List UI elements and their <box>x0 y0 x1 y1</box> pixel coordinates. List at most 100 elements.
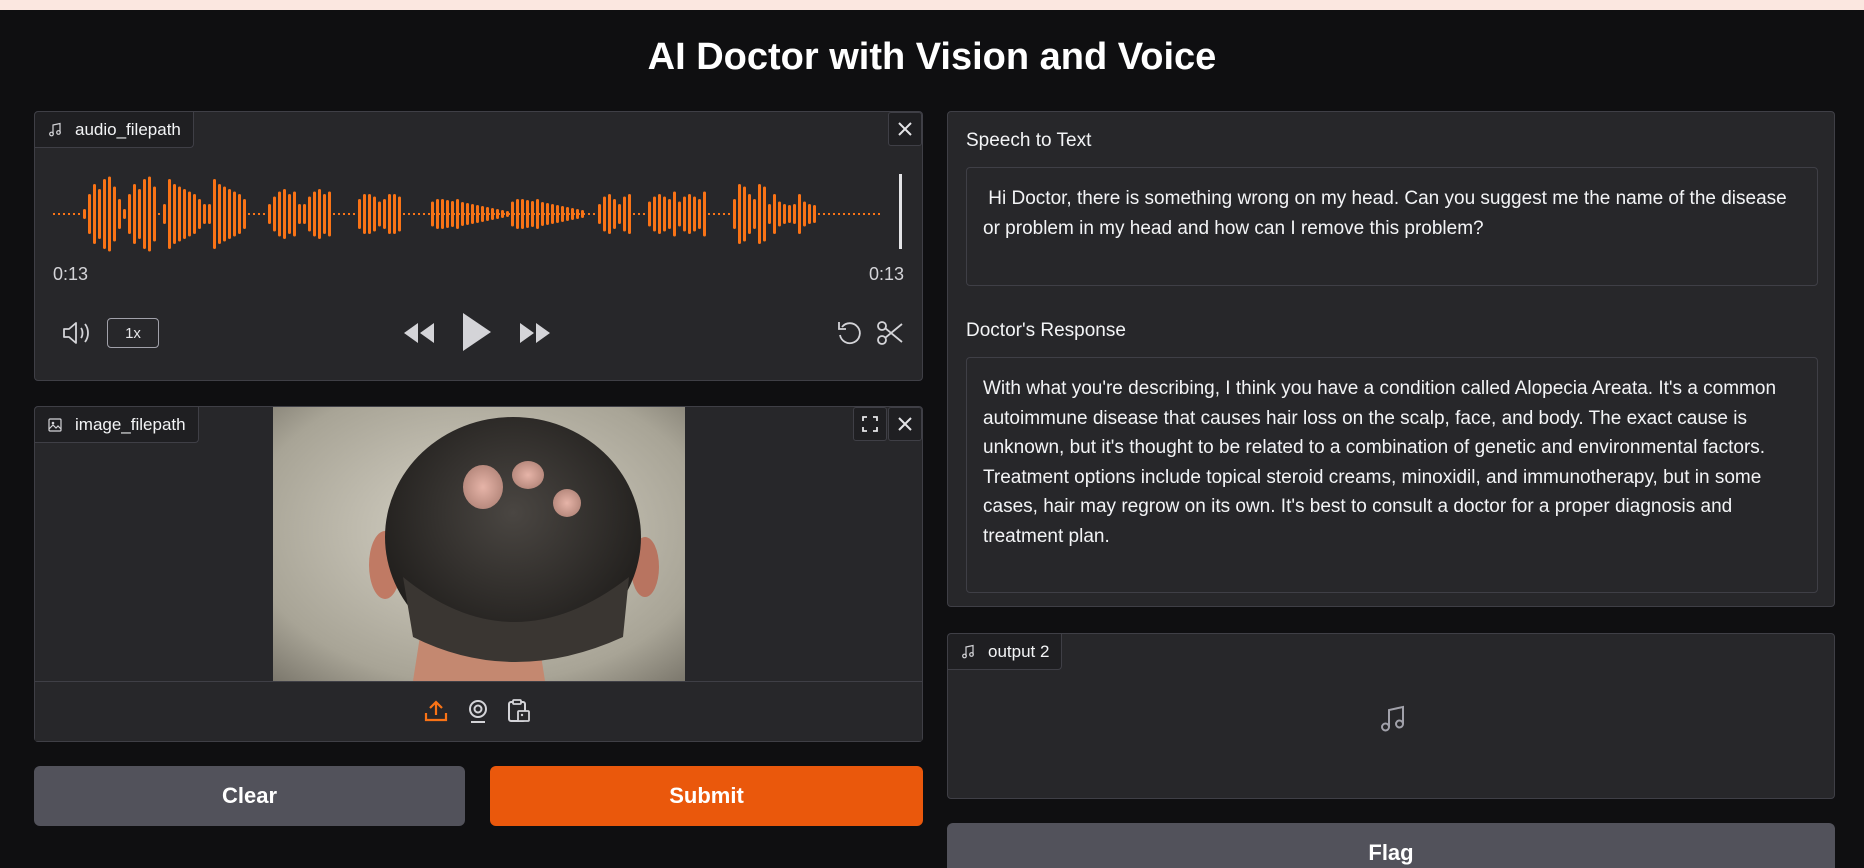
waveform-baseline-dot <box>333 213 335 215</box>
skip-forward-button[interactable] <box>517 318 553 353</box>
waveform-baseline-dot <box>868 213 870 215</box>
waveform-bar <box>318 189 321 239</box>
waveform-bar <box>688 194 691 234</box>
image-clear-button[interactable] <box>888 407 922 441</box>
close-icon <box>898 122 912 136</box>
waveform-baseline-dot <box>643 213 645 215</box>
clear-button[interactable]: Clear <box>34 766 465 826</box>
waveform-bar <box>138 189 141 239</box>
waveform-bar <box>511 201 514 227</box>
waveform-baseline-dot <box>633 213 635 215</box>
waveform-bar <box>108 176 111 252</box>
waveform-bar <box>243 199 246 229</box>
skip-backward-button[interactable] <box>401 318 437 353</box>
waveform-bar <box>193 194 196 234</box>
play-button[interactable] <box>459 310 495 359</box>
waveform-bar <box>476 205 479 223</box>
waveform-bar <box>398 196 401 232</box>
waveform-bar <box>673 191 676 237</box>
waveform-bar <box>763 186 766 242</box>
waveform-bar <box>798 194 801 234</box>
waveform-bar <box>658 194 661 234</box>
waveform-bar <box>123 209 126 219</box>
waveform-bar <box>283 189 286 239</box>
fullscreen-icon <box>862 416 878 432</box>
waveform-bar <box>783 204 786 224</box>
playhead-cursor[interactable] <box>899 174 902 249</box>
speech-to-text-label: Speech to Text <box>966 130 1092 151</box>
waveform-bar <box>328 191 331 237</box>
volume-button[interactable] <box>61 318 93 353</box>
waveform-baseline-dot <box>838 213 840 215</box>
waveform-baseline-dot <box>428 213 430 215</box>
waveform-baseline-dot <box>723 213 725 215</box>
waveform-baseline-dot <box>818 213 820 215</box>
waveform-baseline-dot <box>823 213 825 215</box>
upload-icon <box>424 700 448 722</box>
waveform-baseline-dot <box>863 213 865 215</box>
waveform-bar <box>613 199 616 229</box>
waveform-baseline-dot <box>53 213 55 215</box>
waveform-baseline-dot <box>258 213 260 215</box>
audio-input-label-tab: audio_filepath <box>35 112 194 148</box>
waveform-baseline-dot <box>718 213 720 215</box>
waveform-bar <box>516 199 519 229</box>
image-input-panel: image_filepath <box>34 406 923 742</box>
waveform-bar <box>273 196 276 232</box>
waveform-bar <box>278 191 281 237</box>
doctor-response-output[interactable]: With what you're describing, I think you… <box>966 357 1818 593</box>
flag-button[interactable]: Flag <box>947 823 1835 868</box>
waveform-baseline-dot <box>708 213 710 215</box>
waveform-bar <box>501 210 504 218</box>
waveform-bar <box>541 202 544 226</box>
waveform-baseline-dot <box>423 213 425 215</box>
waveform-bar <box>373 196 376 232</box>
waveform-bar <box>758 184 761 244</box>
waveform-bar <box>546 203 549 225</box>
waveform-bar <box>436 199 439 229</box>
waveform-bar <box>178 186 181 242</box>
waveform-bar <box>298 204 301 224</box>
clipboard-source-button[interactable] <box>505 698 531 729</box>
waveform-bar <box>521 199 524 229</box>
audio-clear-button[interactable] <box>888 112 922 146</box>
waveform-bar <box>566 207 569 221</box>
trim-button[interactable] <box>875 318 905 353</box>
image-input-label-tab: image_filepath <box>35 407 199 443</box>
waveform-bar <box>323 194 326 234</box>
playback-speed-button[interactable]: 1x <box>107 318 159 348</box>
waveform-bar <box>653 196 656 232</box>
waveform-bar <box>526 200 529 228</box>
submit-button[interactable]: Submit <box>490 766 923 826</box>
waveform-bar <box>213 179 216 249</box>
fullscreen-button[interactable] <box>853 407 887 441</box>
audio-output-label: output 2 <box>988 641 1050 661</box>
waveform-bar <box>83 209 86 219</box>
waveform-bar <box>803 201 806 227</box>
uploaded-image <box>273 407 685 681</box>
waveform-bar <box>358 199 361 229</box>
waveform-bar <box>133 184 136 244</box>
waveform-bar <box>383 199 386 229</box>
reset-button[interactable] <box>835 318 865 353</box>
waveform-bar <box>788 205 791 223</box>
waveform-baseline-dot <box>858 213 860 215</box>
waveform-bar <box>288 194 291 234</box>
waveform-bar <box>461 202 464 226</box>
webcam-source-button[interactable] <box>465 698 491 729</box>
waveform-bar <box>188 191 191 237</box>
speech-to-text-output[interactable]: Hi Doctor, there is something wrong on m… <box>966 167 1818 286</box>
waveform-bar <box>748 194 751 234</box>
waveform-bar <box>268 204 271 224</box>
waveform-bar <box>163 204 166 224</box>
waveform-bar <box>103 179 106 249</box>
upload-source-button[interactable] <box>423 698 449 729</box>
audio-waveform[interactable] <box>53 164 905 264</box>
waveform-bar <box>491 208 494 220</box>
fast-forward-icon <box>520 323 550 343</box>
waveform-bar <box>693 196 696 232</box>
waveform-bar <box>198 199 201 229</box>
waveform-bar <box>446 200 449 228</box>
waveform-bar <box>233 191 236 237</box>
waveform-bar <box>561 206 564 222</box>
